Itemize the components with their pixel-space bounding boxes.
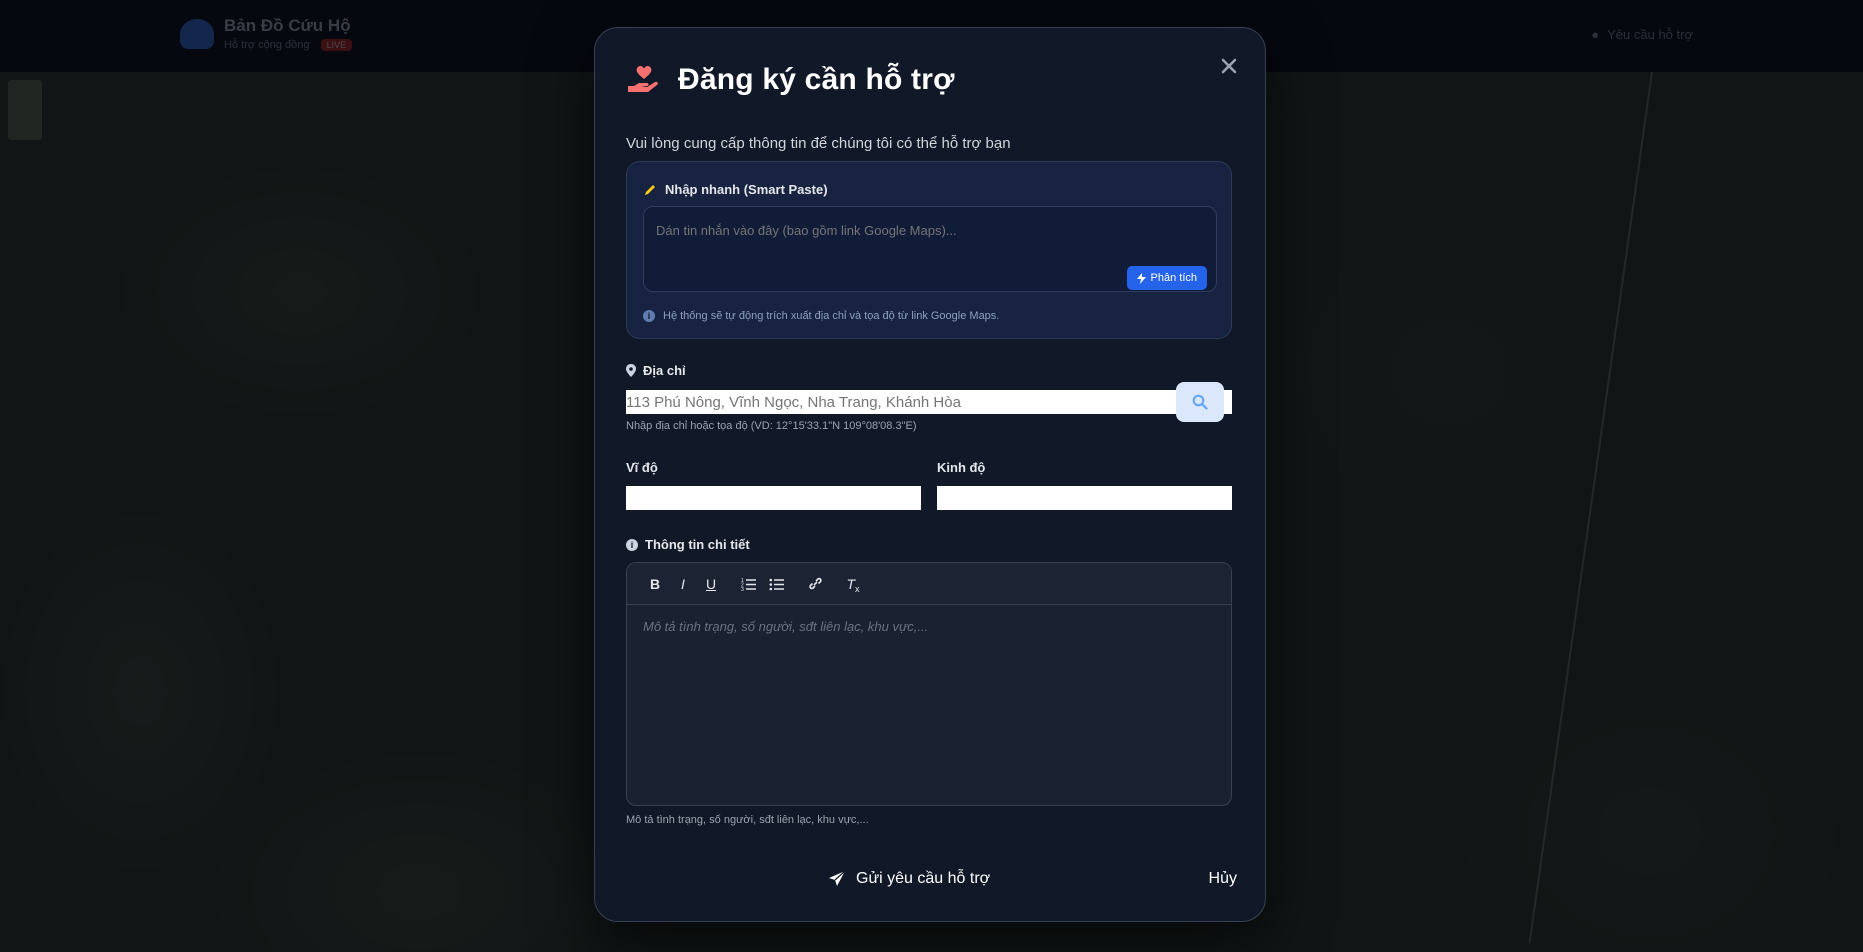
bold-button[interactable]: B bbox=[641, 572, 669, 596]
details-hint: Mô tả tình trạng, số người, sđt liên lạc… bbox=[626, 814, 869, 826]
link-button[interactable] bbox=[801, 572, 829, 596]
underline-icon: U bbox=[705, 575, 717, 592]
latitude-label: Vĩ độ bbox=[626, 460, 658, 475]
modal-title: Đăng ký cần hỗ trợ bbox=[678, 63, 955, 96]
ordered-list-icon: 1 2 3 bbox=[741, 578, 756, 591]
smart-paste-hint: i Hệ thống sẽ tự động trích xuất địa chỉ… bbox=[643, 310, 999, 322]
details-label: i Thông tin chi tiết bbox=[626, 537, 750, 552]
close-button[interactable] bbox=[1217, 54, 1241, 78]
ordered-list-button[interactable]: 1 2 3 bbox=[735, 572, 763, 596]
editor-toolbar: B I U 1 2 3 Tx bbox=[627, 563, 1231, 605]
italic-icon: I bbox=[681, 575, 685, 592]
bold-icon: B bbox=[649, 575, 661, 592]
send-icon bbox=[829, 870, 846, 886]
bullet-list-button[interactable] bbox=[763, 572, 791, 596]
map-pin-icon bbox=[626, 364, 636, 377]
submit-request-button[interactable]: Gửi yêu cầu hỗ trợ bbox=[828, 866, 990, 892]
search-icon bbox=[1192, 394, 1208, 410]
longitude-input[interactable] bbox=[937, 486, 1232, 510]
clear-format-button[interactable]: Tx bbox=[839, 572, 867, 596]
modal-header: Đăng ký cần hỗ trợ bbox=[626, 62, 955, 98]
svg-text:3: 3 bbox=[741, 587, 744, 591]
smart-paste-heading: Nhập nhanh (Smart Paste) bbox=[643, 182, 828, 197]
support-request-modal: Đăng ký cần hỗ trợ Vui lòng cung cấp thô… bbox=[594, 27, 1266, 922]
address-hint: Nhập địa chỉ hoặc tọa độ (VD: 12°15'33.1… bbox=[626, 420, 917, 432]
italic-button[interactable]: I bbox=[669, 572, 697, 596]
smart-paste-hint-text: Hệ thống sẽ tự động trích xuất địa chỉ v… bbox=[663, 310, 1000, 322]
lightning-icon bbox=[1136, 272, 1146, 284]
address-label: Địa chỉ bbox=[626, 363, 686, 378]
editor-content[interactable]: Mô tả tình trạng, số người, sđt liên lạc… bbox=[627, 605, 1231, 648]
underline-button[interactable]: U bbox=[697, 572, 725, 596]
address-input[interactable] bbox=[626, 390, 1232, 414]
analyze-button-label: Phân tích bbox=[1150, 272, 1197, 284]
details-label-text: Thông tin chi tiết bbox=[645, 537, 750, 552]
latitude-input[interactable] bbox=[626, 486, 921, 510]
clear-format-icon: Tx bbox=[846, 575, 860, 594]
clear-format-glyph: T bbox=[846, 575, 856, 592]
smart-paste-panel: Nhập nhanh (Smart Paste) Phân tích i Hệ … bbox=[626, 161, 1232, 339]
submit-request-label: Gửi yêu cầu hỗ trợ bbox=[856, 870, 991, 887]
longitude-label: Kinh độ bbox=[937, 460, 986, 475]
pencil-icon bbox=[645, 184, 655, 195]
analyze-button[interactable]: Phân tích bbox=[1126, 266, 1207, 290]
info-icon: i bbox=[643, 310, 655, 322]
address-search-button[interactable] bbox=[1176, 382, 1224, 422]
cancel-button[interactable]: Hủy bbox=[1209, 866, 1237, 892]
info-circle-icon: i bbox=[626, 538, 638, 551]
modal-subtitle: Vui lòng cung cấp thông tin để chúng tôi… bbox=[626, 135, 1011, 152]
close-icon bbox=[1221, 58, 1237, 74]
bullet-list-icon bbox=[769, 578, 784, 590]
hand-holding-heart-icon bbox=[628, 66, 658, 92]
rich-text-editor: B I U 1 2 3 Tx Mô tả tình trạng, số ngườ… bbox=[626, 562, 1232, 806]
link-icon bbox=[808, 577, 822, 590]
address-label-text: Địa chỉ bbox=[643, 363, 686, 378]
smart-paste-heading-text: Nhập nhanh (Smart Paste) bbox=[665, 182, 828, 197]
